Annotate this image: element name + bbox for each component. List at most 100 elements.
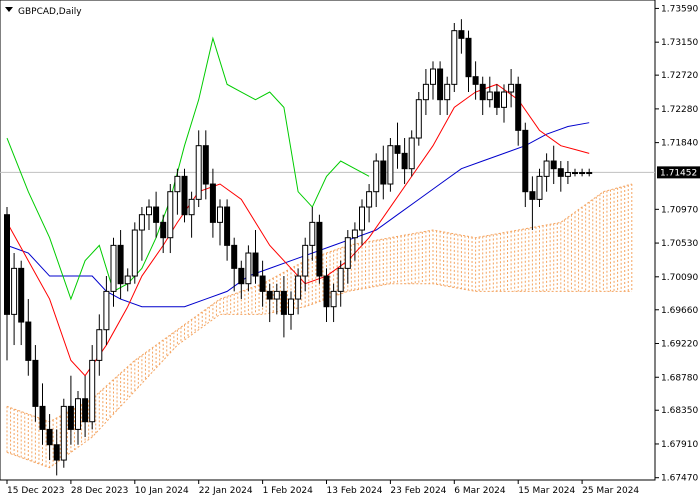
candle-body <box>167 191 174 239</box>
candle-body <box>138 214 145 231</box>
candle-body <box>259 275 266 292</box>
candle-body <box>131 229 138 277</box>
x-tick-label: 13 Feb 2024 <box>327 486 383 496</box>
candle-body <box>529 191 536 200</box>
candle-body <box>82 398 89 423</box>
candle-body <box>188 198 195 216</box>
candle-body <box>202 145 209 185</box>
candle-body <box>337 267 344 292</box>
y-tick-label: 1.73590 <box>661 4 698 14</box>
x-tick-label: 15 Dec 2023 <box>7 486 65 496</box>
y-tick-label: 1.73150 <box>661 38 698 48</box>
y-tick-label: 1.67910 <box>661 440 698 450</box>
tenkan-line <box>6 83 590 377</box>
candle-body <box>231 244 238 269</box>
candle-body <box>380 160 387 185</box>
candle-body <box>181 175 188 216</box>
y-tick-label: 1.70970 <box>661 205 698 215</box>
x-tick-label: 28 Dec 2023 <box>71 486 128 496</box>
candle-body <box>557 168 564 177</box>
candle-body <box>408 137 415 170</box>
candle-body <box>238 267 245 285</box>
candle-body <box>89 359 96 423</box>
candle-body <box>479 83 486 101</box>
candle-body <box>444 83 451 101</box>
y-tick-label: 1.70530 <box>661 239 698 249</box>
chikou-line <box>6 36 370 301</box>
candle-body <box>430 68 436 85</box>
candle-body <box>153 206 160 223</box>
candle-body <box>394 145 401 154</box>
candle-body <box>46 428 53 446</box>
y-axis: 1.73590 1.73150 1.72720 1.72280 1.71840 1.709… <box>655 4 698 484</box>
candle-body <box>195 145 202 200</box>
candle-body <box>486 91 493 101</box>
candle-body <box>39 405 46 430</box>
price-tag-label: 1.71452 <box>660 168 697 178</box>
candle-body <box>60 405 67 461</box>
candle-body <box>103 290 110 331</box>
y-tick-label: 1.69220 <box>661 340 698 350</box>
candle-body <box>543 160 550 177</box>
x-tick-label: 25 Mar 2024 <box>582 486 639 496</box>
candle-body <box>245 252 252 285</box>
y-tick-label: 1.68350 <box>661 406 698 416</box>
y-tick-label: 1.67470 <box>661 474 698 484</box>
candle-body <box>273 290 280 300</box>
y-tick-label: 1.72720 <box>661 71 698 81</box>
candle-body <box>493 91 500 108</box>
title-arrow-icon <box>5 7 13 12</box>
candle-body <box>501 91 507 108</box>
candle-body <box>32 359 39 407</box>
x-tick-label: 23 Feb 2024 <box>390 486 446 496</box>
candle-body <box>309 221 316 246</box>
candle-body <box>422 83 429 101</box>
candle-body <box>67 405 74 430</box>
candle-body <box>117 244 124 285</box>
x-tick-label: 22 Jan 2024 <box>199 486 253 496</box>
cloud-span-b <box>6 283 632 469</box>
x-tick-label: 10 Jan 2024 <box>135 486 189 496</box>
candles <box>4 19 593 476</box>
y-tick-label: 1.69660 <box>661 306 698 316</box>
candle-body <box>224 206 231 246</box>
candle-body <box>302 244 309 277</box>
candle-body <box>323 275 330 308</box>
candle-body <box>508 83 515 93</box>
x-tick-label: 15 Mar 2024 <box>518 486 575 496</box>
candle-body <box>579 172 586 175</box>
candle-body <box>401 152 408 170</box>
candle-body <box>564 172 571 177</box>
candle-body <box>536 175 543 200</box>
candle-body <box>53 444 60 461</box>
candle-body <box>387 145 394 185</box>
candle-body <box>437 68 444 101</box>
candle-body <box>472 76 479 85</box>
candle-body <box>252 252 259 277</box>
candle-body <box>522 129 529 193</box>
candle-body <box>344 237 351 269</box>
candle-body <box>373 160 380 193</box>
candlestick-chart: GBPCAD,Daily 1.73590 1.73150 1.72720 1.7228… <box>0 0 700 496</box>
y-tick-label: 1.71840 <box>661 139 698 149</box>
candle-body <box>572 172 578 175</box>
chikou-span <box>6 36 370 301</box>
candle-body <box>217 206 223 223</box>
current-price-tag: 1.71452 <box>657 166 700 179</box>
tenkan-sen <box>6 83 590 377</box>
candle-body <box>295 275 302 300</box>
candle-body <box>18 267 25 323</box>
y-tick-label: 1.70090 <box>661 273 698 283</box>
candle-body <box>465 37 472 78</box>
candle-body <box>586 172 593 175</box>
candle-body <box>330 290 337 308</box>
candle-body <box>75 398 81 430</box>
x-tick-label: 6 Mar 2024 <box>454 486 506 496</box>
candle-body <box>146 206 152 216</box>
candle-body <box>124 275 131 285</box>
candle-body <box>110 244 117 292</box>
candle-body <box>515 83 522 131</box>
candle-body <box>11 267 18 315</box>
candle-body <box>25 321 32 361</box>
chart-title: GBPCAD,Daily <box>18 7 82 17</box>
